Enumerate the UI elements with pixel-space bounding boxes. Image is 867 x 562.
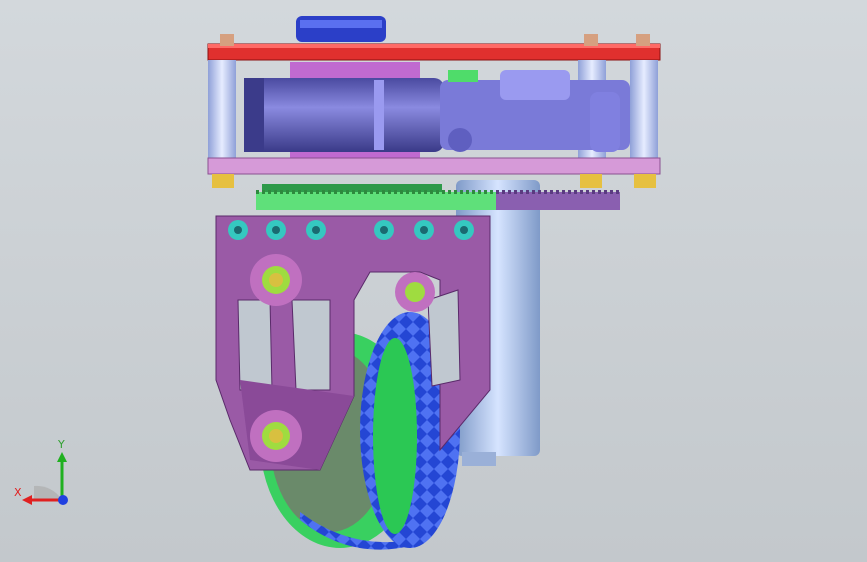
top-plate[interactable] — [207, 43, 661, 61]
wheel-assembly-model[interactable] — [0, 0, 867, 562]
axis-triad: Y X — [14, 438, 68, 505]
z-axis-icon — [58, 495, 68, 505]
top-pulley[interactable] — [296, 16, 386, 42]
x-axis-label: X — [14, 486, 22, 499]
y-axis-label: Y — [57, 438, 65, 451]
rear-bearing[interactable] — [395, 272, 435, 312]
lower-bearing[interactable] — [250, 410, 302, 462]
middle-plate[interactable] — [207, 157, 661, 175]
drive-gear[interactable] — [496, 190, 620, 210]
cad-viewport[interactable]: Y X — [0, 0, 867, 562]
upper-bearing[interactable] — [250, 254, 302, 306]
gearbox[interactable] — [440, 70, 630, 152]
steering-motor[interactable] — [244, 78, 444, 152]
